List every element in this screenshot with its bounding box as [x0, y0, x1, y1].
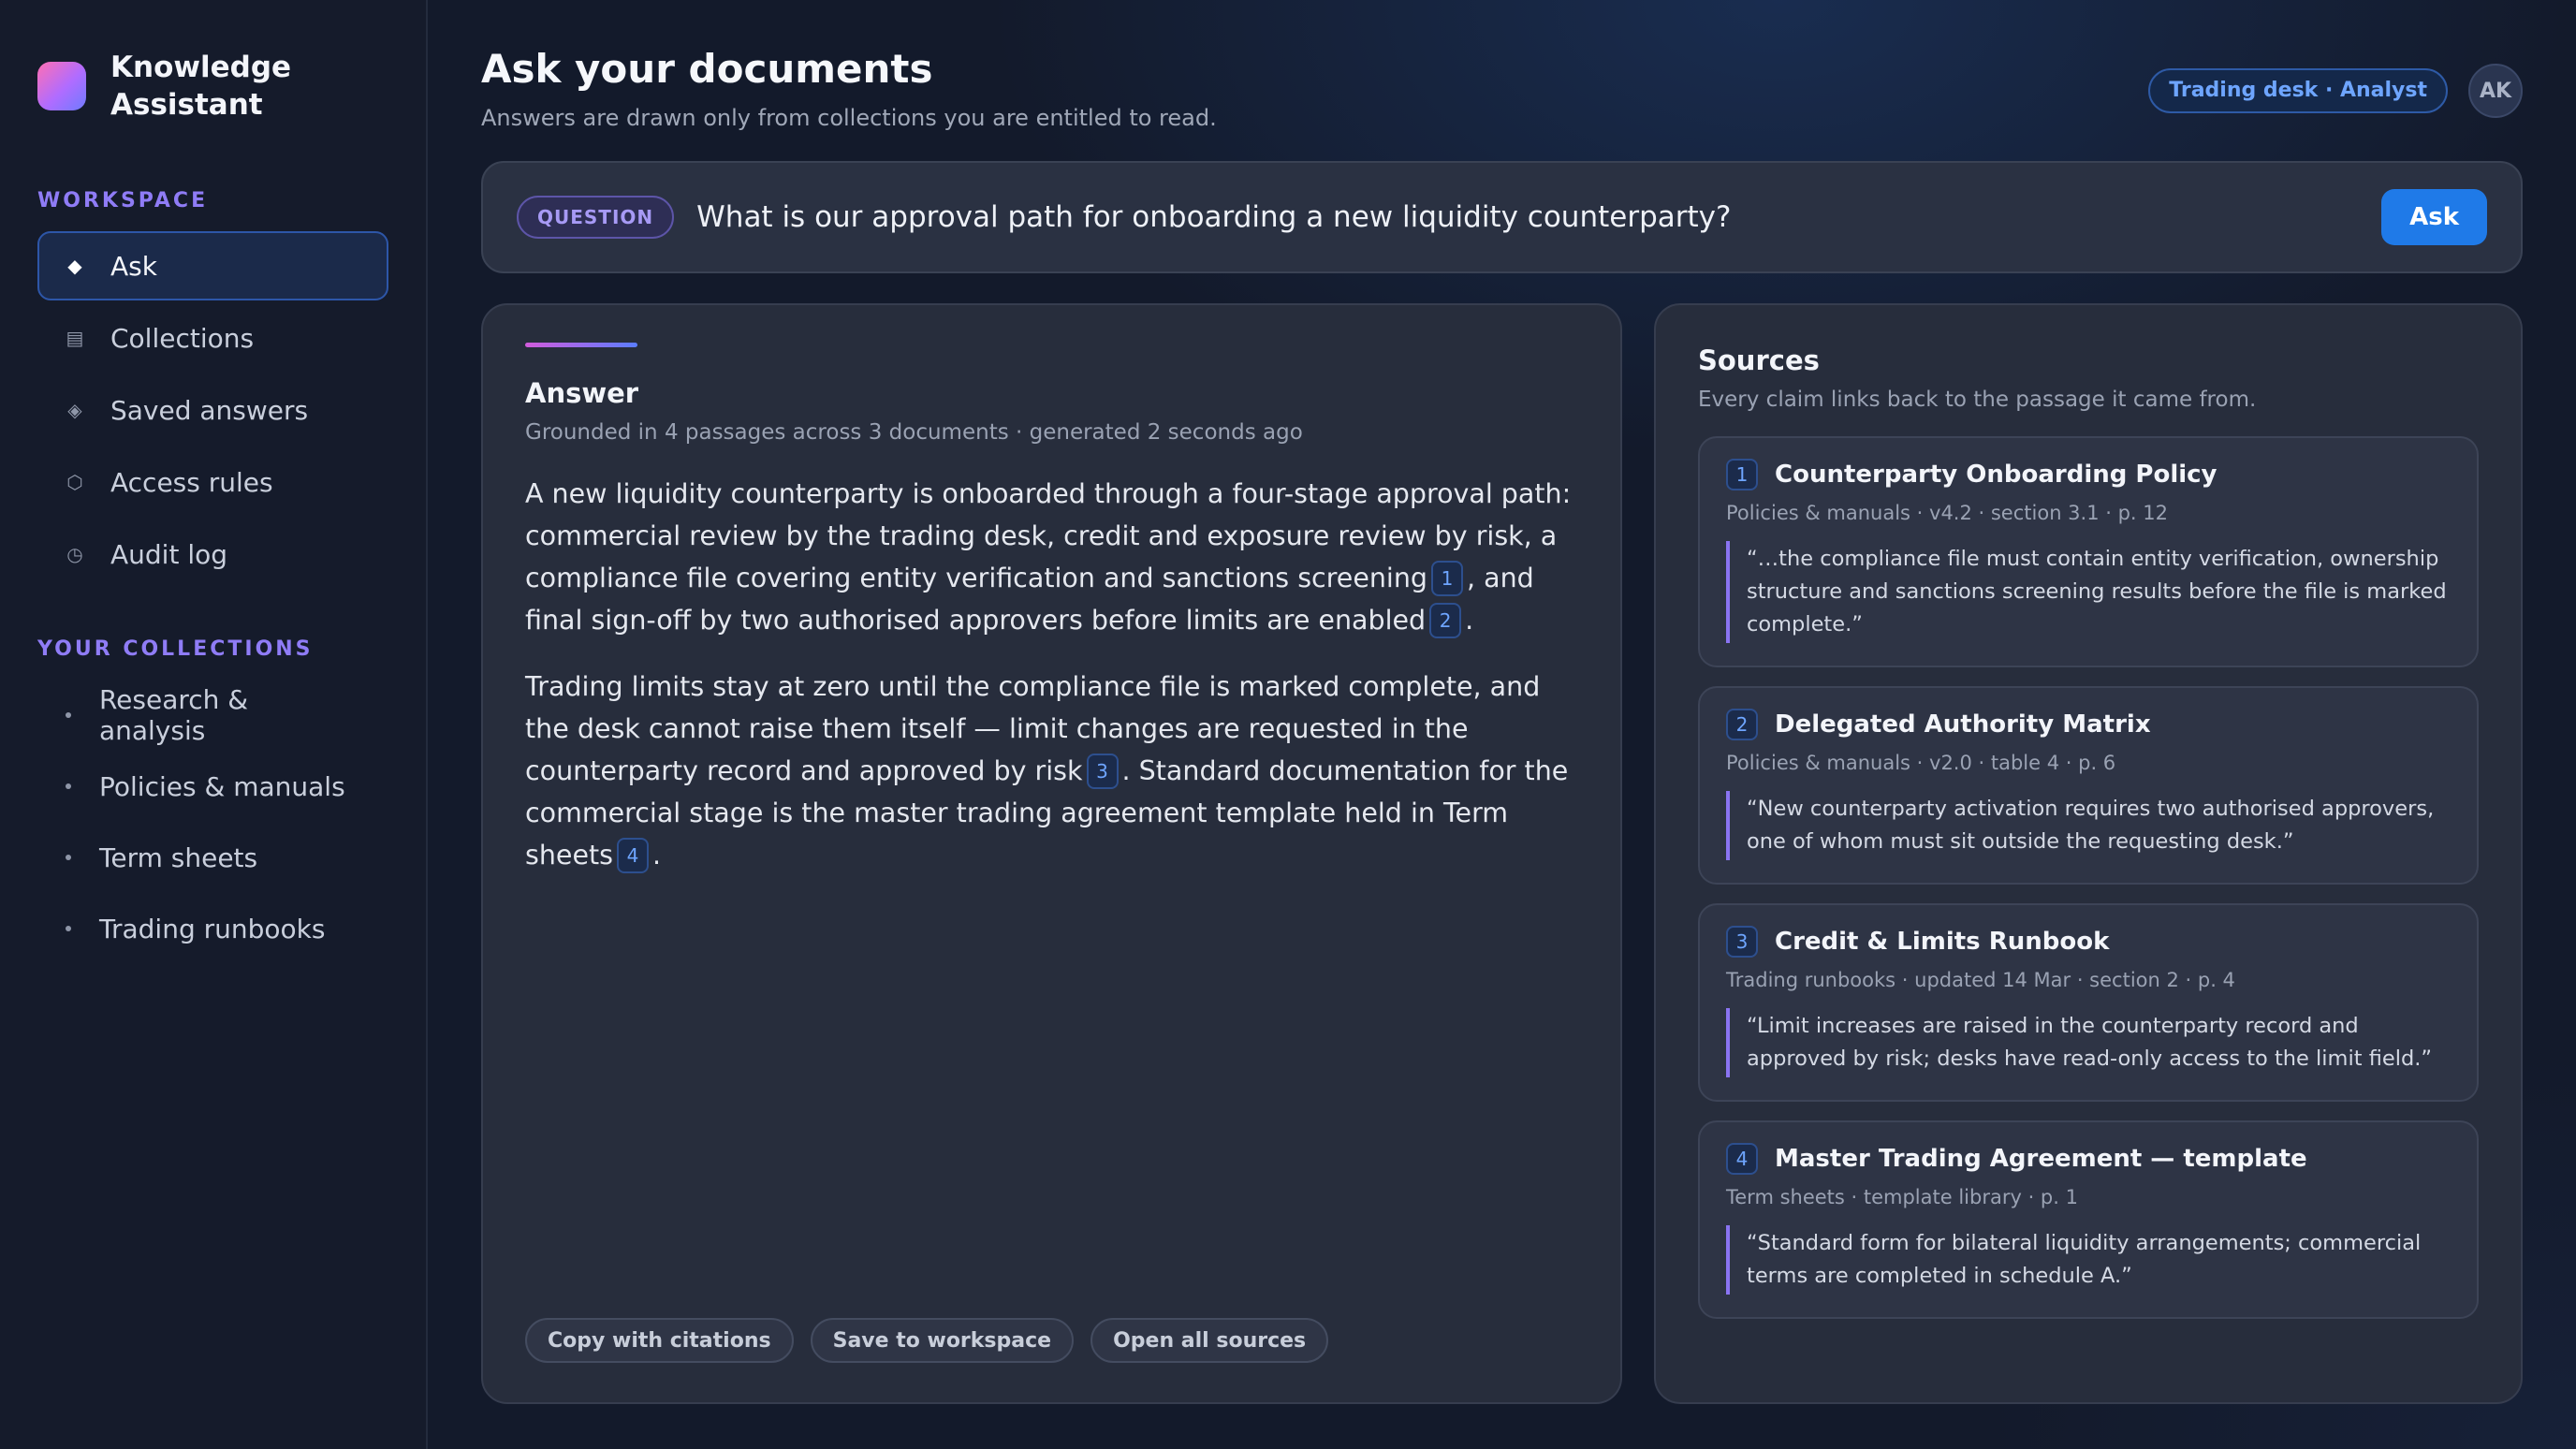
source-head: 2 Delegated Authority Matrix — [1726, 709, 2451, 740]
sidebar-item-label: Ask — [110, 250, 157, 282]
source-meta: Trading runbooks · updated 14 Mar · sect… — [1726, 969, 2235, 991]
save-to-workspace-button[interactable]: Save to workspace — [810, 1318, 1075, 1363]
bullet-dot-icon — [66, 926, 71, 931]
source-quote: “…the compliance file must contain entit… — [1726, 541, 2451, 643]
source-card-2[interactable]: 2 Delegated Authority Matrix Policies & … — [1698, 686, 2479, 885]
source-number-badge: 2 — [1726, 709, 1758, 740]
header-right: Trading desk · Analyst AK — [2148, 64, 2523, 118]
source-quote: “Standard form for bilateral liquidity a… — [1726, 1225, 2451, 1295]
sidebar-item-collections[interactable]: ▤ Collections — [37, 303, 388, 373]
source-head: 4 Master Trading Agreement — template — [1726, 1143, 2451, 1175]
source-number-badge: 3 — [1726, 926, 1758, 958]
question-bar: QUESTION What is our approval path for o… — [481, 161, 2523, 273]
answer-body: A new liquidity counterparty is onboarde… — [525, 473, 1578, 876]
sidebar-item-ask[interactable]: ◆ Ask — [37, 231, 388, 300]
answer-panel: Answer Grounded in 4 passages across 3 d… — [481, 303, 1622, 1404]
collection-item-term-sheets[interactable]: Term sheets — [37, 822, 388, 893]
bullet-dot-icon — [66, 783, 71, 789]
answer-accent-bar — [525, 343, 637, 347]
question-input[interactable]: What is our approval path for onboarding… — [696, 200, 2359, 234]
source-title[interactable]: Counterparty Onboarding Policy — [1775, 461, 2217, 489]
collection-item-label: Research & analysis — [98, 684, 249, 746]
collection-item-policies[interactable]: Policies & manuals — [37, 751, 388, 822]
workspace-nav: ◆ Ask ▤ Collections ◈ Saved answers ⬡ Ac… — [37, 231, 388, 589]
panels: Answer Grounded in 4 passages across 3 d… — [481, 303, 2523, 1404]
source-card-4[interactable]: 4 Master Trading Agreement — template Te… — [1698, 1120, 2479, 1319]
answer-actions: Copy with citations Save to workspace Op… — [525, 1318, 1329, 1363]
sidebar-item-label: Access rules — [110, 466, 273, 498]
source-meta: Term sheets · template library · p. 1 — [1726, 1186, 2078, 1208]
question-tag: QUESTION — [517, 196, 675, 239]
list-icon: ▤ — [66, 327, 84, 349]
answer-meta: Grounded in 4 passages across 3 document… — [525, 420, 1303, 445]
sidebar: Knowledge Assistant WORKSPACE ◆ Ask ▤ Co… — [0, 0, 428, 1449]
source-card-1[interactable]: 1 Counterparty Onboarding Policy Policie… — [1698, 436, 2479, 667]
app-root: Knowledge Assistant WORKSPACE ◆ Ask ▤ Co… — [0, 0, 2576, 1449]
citation-badge-1[interactable]: 1 — [1431, 561, 1464, 596]
sidebar-item-access-rules[interactable]: ⬡ Access rules — [37, 447, 388, 517]
source-quote: “Limit increases are raised in the count… — [1726, 1008, 2451, 1077]
citation-badge-2[interactable]: 2 — [1429, 603, 1462, 638]
answer-title: Answer — [525, 377, 639, 409]
diamond-icon: ◆ — [67, 255, 82, 277]
copy-with-citations-button[interactable]: Copy with citations — [525, 1318, 794, 1363]
avatar[interactable]: AK — [2468, 64, 2523, 118]
brand-logo-icon — [37, 62, 86, 110]
sidebar-item-audit-log[interactable]: ◷ Audit log — [37, 520, 388, 589]
source-card-3[interactable]: 3 Credit & Limits Runbook Trading runboo… — [1698, 903, 2479, 1102]
bookmark-diamond-icon: ◈ — [67, 399, 82, 421]
source-number-badge: 1 — [1726, 459, 1758, 490]
source-meta: Policies & manuals · v2.0 · table 4 · p.… — [1726, 752, 2116, 774]
sources-panel: Sources Every claim links back to the pa… — [1654, 303, 2523, 1404]
source-head: 3 Credit & Limits Runbook — [1726, 926, 2451, 958]
collections-section-label: YOUR COLLECTIONS — [37, 637, 314, 661]
citation-badge-4[interactable]: 4 — [617, 838, 650, 873]
page-title: Ask your documents — [481, 46, 933, 92]
page-header: Ask your documents Answers are drawn onl… — [481, 47, 2523, 161]
source-quote: “New counterparty activation requires tw… — [1726, 791, 2451, 860]
page-subtitle: Answers are drawn only from collections … — [481, 105, 1217, 131]
sidebar-item-label: Collections — [110, 322, 255, 354]
source-title[interactable]: Master Trading Agreement — template — [1775, 1145, 2307, 1173]
bullet-dot-icon — [66, 855, 71, 860]
hexagon-icon: ⬡ — [66, 471, 83, 493]
answer-text: . — [1465, 605, 1474, 636]
collections-nav: Research & analysis Policies & manuals T… — [37, 680, 388, 964]
main-content: Ask your documents Answers are drawn onl… — [428, 0, 2576, 1449]
answer-text: . — [652, 840, 662, 871]
sidebar-item-saved-answers[interactable]: ◈ Saved answers — [37, 375, 388, 445]
collection-item-label: Term sheets — [99, 842, 258, 873]
answer-paragraph-1: A new liquidity counterparty is onboarde… — [525, 473, 1578, 641]
answer-text: A new liquidity counterparty is onboarde… — [525, 478, 1572, 593]
answer-paragraph-2: Trading limits stay at zero until the co… — [525, 666, 1578, 876]
collection-item-trading-runbooks[interactable]: Trading runbooks — [37, 893, 388, 964]
bullet-dot-icon — [66, 712, 71, 718]
sidebar-item-label: Saved answers — [110, 394, 309, 426]
open-all-sources-button[interactable]: Open all sources — [1090, 1318, 1329, 1363]
brand: Knowledge Assistant — [37, 49, 388, 124]
source-title[interactable]: Delegated Authority Matrix — [1775, 710, 2151, 739]
ask-button[interactable]: Ask — [2381, 189, 2487, 245]
citation-badge-3[interactable]: 3 — [1086, 754, 1119, 789]
workspace-section-label: WORKSPACE — [37, 189, 209, 212]
header-text: Ask your documents Answers are drawn onl… — [481, 46, 1217, 132]
source-head: 1 Counterparty Onboarding Policy — [1726, 459, 2451, 490]
source-number-badge: 4 — [1726, 1143, 1758, 1175]
collection-item-label: Trading runbooks — [99, 913, 326, 944]
source-title[interactable]: Credit & Limits Runbook — [1775, 928, 2109, 956]
collection-item-label: Policies & manuals — [99, 770, 345, 802]
source-meta: Policies & manuals · v4.2 · section 3.1 … — [1726, 502, 2168, 524]
role-badge[interactable]: Trading desk · Analyst — [2148, 68, 2448, 113]
sources-subtitle: Every claim links back to the passage it… — [1698, 388, 2257, 412]
collection-item-research[interactable]: Research & analysis — [37, 680, 388, 751]
sources-title: Sources — [1698, 344, 1820, 376]
brand-name: Knowledge Assistant — [110, 51, 292, 122]
clock-icon: ◷ — [66, 543, 83, 565]
sidebar-item-label: Audit log — [110, 538, 228, 570]
